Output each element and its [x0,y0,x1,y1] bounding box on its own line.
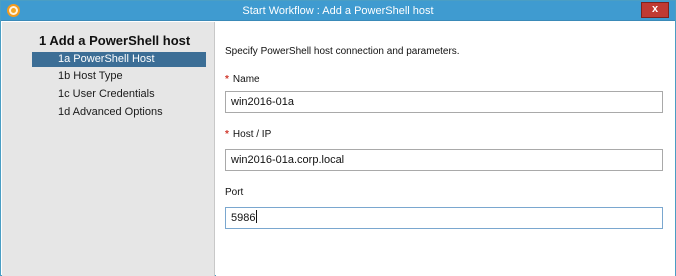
title-bar[interactable]: Start Workflow : Add a PowerShell host x [1,1,675,21]
step-host-type[interactable]: 1b Host Type [32,69,206,84]
port-value: 5986 [231,212,256,224]
host-ip-input[interactable]: win2016-01a.corp.local [225,149,663,171]
close-button[interactable]: x [641,2,669,18]
form-intro: Specify PowerShell host connection and p… [225,46,460,57]
step-powershell-host[interactable]: 1a PowerShell Host [32,52,206,67]
name-label-text: Name [232,74,260,85]
required-mark: * [225,74,229,85]
required-mark: * [225,129,229,140]
port-label: Port [225,187,243,198]
steps-sidebar: 1 Add a PowerShell host 1a PowerShell Ho… [2,22,215,276]
window-title: Start Workflow : Add a PowerShell host [242,5,434,17]
name-label: * Name [225,74,260,85]
workflow-dialog: Start Workflow : Add a PowerShell host x… [0,0,676,276]
step-advanced-options[interactable]: 1d Advanced Options [32,105,206,120]
host-label: * Host / IP [225,129,271,140]
name-input[interactable]: win2016-01a [225,91,663,113]
text-caret [256,210,258,223]
port-input[interactable]: 5986 [225,207,663,229]
port-label-text: Port [225,187,244,198]
step-user-credentials[interactable]: 1c User Credentials [32,87,206,102]
form-panel: Specify PowerShell host connection and p… [216,22,675,276]
step-group-title: 1 Add a PowerShell host [39,33,191,48]
host-label-text: Host / IP [232,129,272,140]
